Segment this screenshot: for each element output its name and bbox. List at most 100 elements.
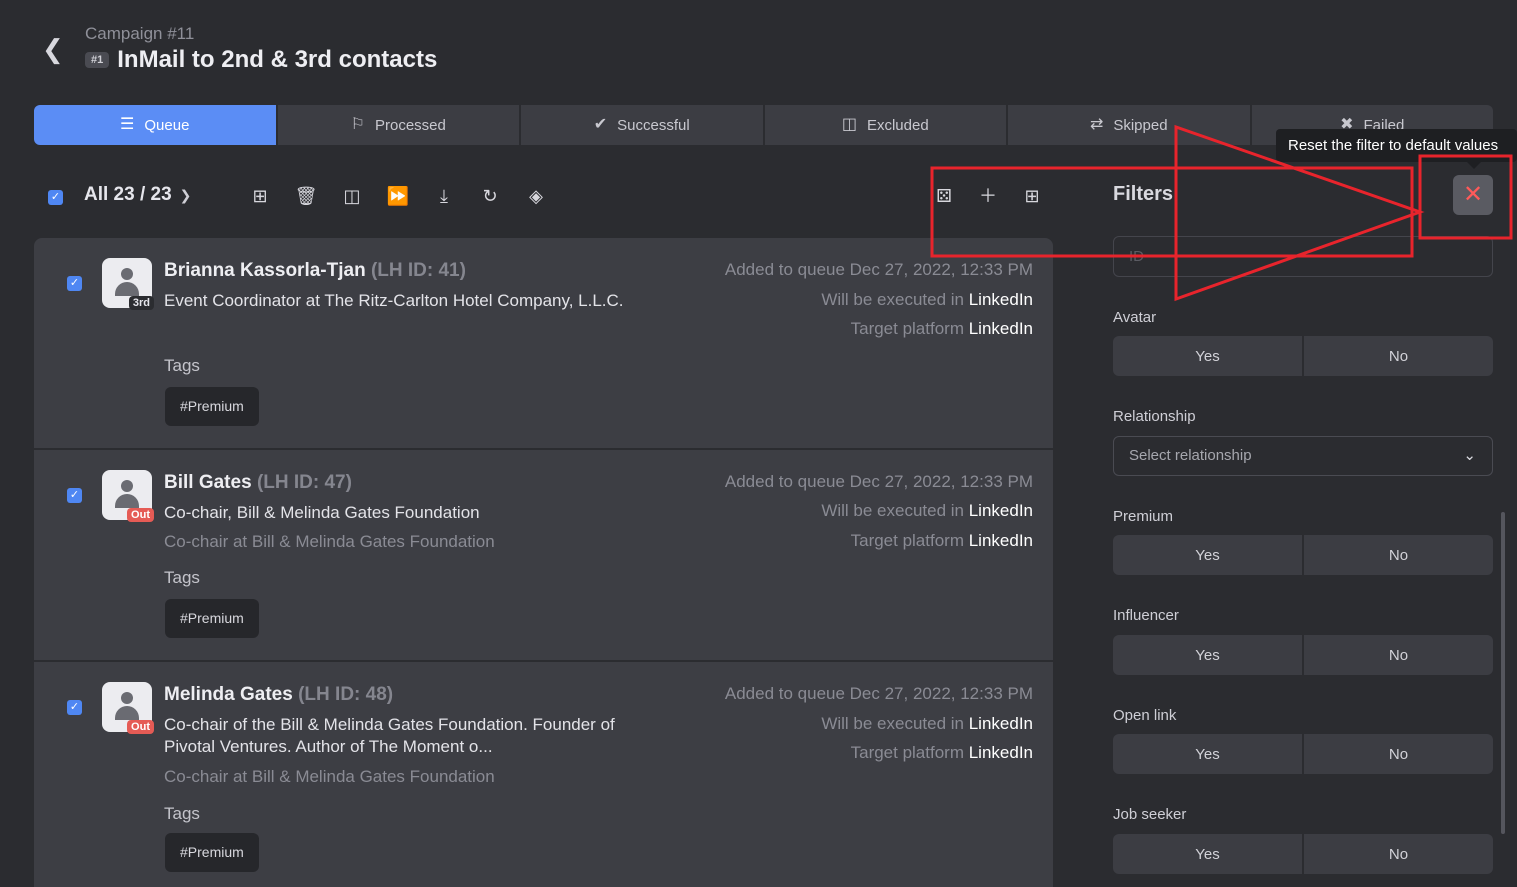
person-name[interactable]: Bill Gates (LH ID: 47) — [164, 472, 352, 494]
executed-in: Will be executed in LinkedIn — [821, 290, 1033, 309]
reset-tooltip: Reset the filter to default values — [1276, 129, 1517, 162]
tab-queue[interactable]: ☰ Queue — [34, 105, 276, 145]
person-company: Co-chair at Bill & Melinda Gates Foundat… — [164, 532, 495, 551]
campaign-number-badge: #1 — [85, 52, 110, 68]
lh-id: (LH ID: 47) — [256, 472, 352, 493]
tag-chip[interactable]: #Premium — [165, 387, 259, 426]
list-item[interactable]: ✓ Out Bill Gates (LH ID: 47) Co-chair, B… — [34, 450, 1053, 662]
avatar-no-button[interactable]: No — [1304, 336, 1493, 376]
relationship-select[interactable]: Select relationship ⌄ — [1113, 436, 1493, 476]
avatar: Out — [102, 682, 154, 734]
premium-no-button[interactable]: No — [1304, 535, 1493, 575]
tag-chip[interactable]: #Premium — [165, 599, 259, 638]
avatar-yes-button[interactable]: Yes — [1113, 336, 1302, 376]
queue-toolbar: ✓ All 23 / 23 ❯ ⊞ 🗑 ◫ ⏩ ⤓ ↻ ◈ ⚄ ＋ ⊞ — [34, 172, 1054, 220]
flag-icon: ⚐ — [350, 116, 365, 133]
person-headline: Event Coordinator at The Ritz-Carlton Ho… — [164, 291, 624, 310]
page-title: InMail to 2nd & 3rd contacts — [117, 46, 438, 73]
download-icon[interactable]: ⤓ — [432, 184, 456, 208]
skip-icon: ⇄ — [1089, 116, 1104, 133]
person-name[interactable]: Brianna Kassorla-Tjan (LH ID: 41) — [164, 260, 466, 282]
job-seeker-yes-button[interactable]: Yes — [1113, 834, 1302, 874]
row-checkbox[interactable]: ✓ — [67, 700, 82, 715]
queue-list: ✓ 3rd Brianna Kassorla-Tjan (LH ID: 41) … — [34, 238, 1053, 887]
trash-icon[interactable]: 🗑 — [294, 184, 318, 208]
degree-badge: Out — [127, 508, 154, 522]
reset-filters-button[interactable]: ✕ — [1453, 175, 1493, 215]
filters-scrollbar[interactable] — [1501, 512, 1505, 834]
tab-label: Skipped — [1113, 116, 1168, 134]
tab-label: Processed — [374, 116, 446, 134]
influencer-filter-toggle: Yes No — [1113, 635, 1493, 675]
job-seeker-filter-label: Job seeker — [1113, 806, 1187, 823]
plus-icon[interactable]: ＋ — [976, 184, 1000, 208]
add-icon[interactable]: ⊞ — [248, 184, 272, 208]
tab-processed[interactable]: ⚐ Processed — [277, 105, 519, 145]
person-company: Co-chair at Bill & Melinda Gates Foundat… — [164, 767, 495, 786]
title-row: #1 InMail to 2nd & 3rd contacts — [85, 46, 437, 74]
person-name[interactable]: Melinda Gates (LH ID: 48) — [164, 684, 393, 706]
tab-label: Queue — [144, 116, 190, 134]
bulk-actions: ⊞ 🗑 ◫ ⏩ ⤓ ↻ ◈ — [248, 184, 548, 208]
avatar-filter-toggle: Yes No — [1113, 336, 1493, 376]
tab-excluded[interactable]: ◫ Excluded — [764, 105, 1006, 145]
open-link-filter-label: Open link — [1113, 707, 1177, 724]
person-headline: Co-chair of the Bill & Melinda Gates Fou… — [164, 715, 615, 756]
fast-forward-icon[interactable]: ⏩ — [386, 184, 410, 208]
exclude-icon: ◫ — [841, 116, 857, 133]
row-checkbox[interactable]: ✓ — [67, 488, 82, 503]
view-tools: ⚄ ＋ ⊞ — [932, 184, 1044, 208]
selection-dropdown[interactable]: All 23 / 23 ❯ — [84, 184, 191, 206]
open-link-yes-button[interactable]: Yes — [1113, 734, 1302, 774]
back-icon[interactable]: ❮ — [42, 36, 66, 62]
list-item[interactable]: ✓ 3rd Brianna Kassorla-Tjan (LH ID: 41) … — [34, 238, 1053, 450]
lh-id: (LH ID: 48) — [298, 684, 394, 705]
degree-badge: Out — [127, 720, 154, 734]
influencer-filter-label: Influencer — [1113, 607, 1179, 624]
executed-in: Will be executed in LinkedIn — [821, 714, 1033, 733]
job-seeker-filter-toggle: Yes No — [1113, 834, 1493, 874]
influencer-yes-button[interactable]: Yes — [1113, 635, 1302, 675]
close-icon: ✕ — [1462, 181, 1484, 208]
tags-label: Tags — [164, 568, 200, 587]
tab-successful[interactable]: ✔ Successful — [521, 105, 763, 145]
premium-yes-button[interactable]: Yes — [1113, 535, 1302, 575]
select-all-checkbox[interactable]: ✓ — [48, 190, 63, 205]
avatar: Out — [102, 470, 154, 522]
campaign-subtitle: Campaign #11 — [85, 24, 195, 43]
tab-label: Successful — [617, 116, 690, 134]
tags-label: Tags — [164, 356, 200, 375]
person-headline: Co-chair, Bill & Melinda Gates Foundatio… — [164, 503, 480, 522]
target-platform: Target platform LinkedIn — [850, 743, 1033, 762]
id-filter-input[interactable] — [1113, 236, 1493, 277]
selection-count: All 23 / 23 — [84, 184, 172, 205]
tag-icon[interactable]: ◈ — [524, 184, 548, 208]
row-checkbox[interactable]: ✓ — [67, 276, 82, 291]
tags-label: Tags — [164, 804, 200, 823]
page-header: ❮ Campaign #11 #1 InMail to 2nd & 3rd co… — [0, 0, 1517, 100]
job-seeker-no-button[interactable]: No — [1304, 834, 1493, 874]
queue-icon: ☰ — [120, 116, 135, 133]
refresh-icon[interactable]: ↻ — [478, 184, 502, 208]
added-date: Added to queue Dec 27, 2022, 12:33 PM — [724, 260, 1033, 279]
executed-in: Will be executed in LinkedIn — [821, 501, 1033, 520]
target-platform: Target platform LinkedIn — [850, 531, 1033, 550]
degree-badge: 3rd — [128, 296, 154, 310]
tag-chip[interactable]: #Premium — [165, 833, 259, 872]
tab-skipped[interactable]: ⇄ Skipped — [1008, 105, 1250, 145]
lh-id: (LH ID: 41) — [370, 260, 466, 281]
premium-filter-toggle: Yes No — [1113, 535, 1493, 575]
relationship-placeholder: Select relationship — [1129, 447, 1252, 464]
grid-icon[interactable]: ⊞ — [1020, 184, 1044, 208]
influencer-no-button[interactable]: No — [1304, 635, 1493, 675]
list-item[interactable]: ✓ Out Melinda Gates (LH ID: 48) Co-chair… — [34, 662, 1053, 887]
open-link-no-button[interactable]: No — [1304, 734, 1493, 774]
target-platform: Target platform LinkedIn — [850, 319, 1033, 338]
exclude-icon[interactable]: ◫ — [340, 184, 364, 208]
open-link-filter-toggle: Yes No — [1113, 734, 1493, 774]
premium-filter-label: Premium — [1113, 508, 1174, 525]
chevron-down-icon: ❯ — [179, 186, 192, 203]
hide-icon[interactable]: ⚄ — [932, 184, 956, 208]
added-date: Added to queue Dec 27, 2022, 12:33 PM — [724, 472, 1033, 491]
status-tabs: ☰ Queue ⚐ Processed ✔ Successful ◫ Exclu… — [34, 105, 1493, 145]
